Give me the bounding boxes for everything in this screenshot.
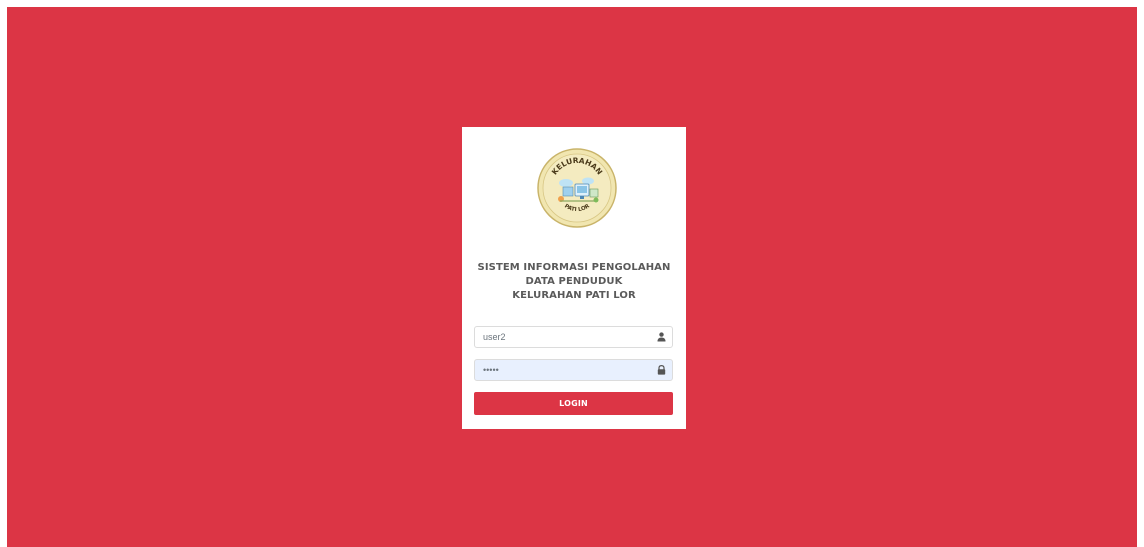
password-input[interactable] xyxy=(475,360,650,380)
username-input[interactable] xyxy=(475,327,650,347)
kelurahan-seal-logo: KELURAHAN PATI LOR xyxy=(537,148,617,228)
system-title: SISTEM INFORMASI PENGOLAHAN DATA PENDUDU… xyxy=(462,261,686,303)
user-icon xyxy=(650,327,672,347)
login-button[interactable]: LOGIN xyxy=(474,392,673,415)
login-card: KELURAHAN PATI LOR SISTEM INFORMASI PENG xyxy=(462,127,686,429)
login-page-background: KELURAHAN PATI LOR SISTEM INFORMASI PENG xyxy=(7,7,1137,547)
title-line-1: SISTEM INFORMASI PENGOLAHAN xyxy=(477,262,671,273)
kelurahan-logo: KELURAHAN PATI LOR xyxy=(536,147,618,229)
lock-icon xyxy=(650,360,672,380)
password-field-group xyxy=(474,359,673,381)
username-field-group xyxy=(474,326,673,348)
title-line-2: DATA PENDUDUK xyxy=(525,276,623,287)
title-line-3: KELURAHAN PATI LOR xyxy=(512,290,636,301)
